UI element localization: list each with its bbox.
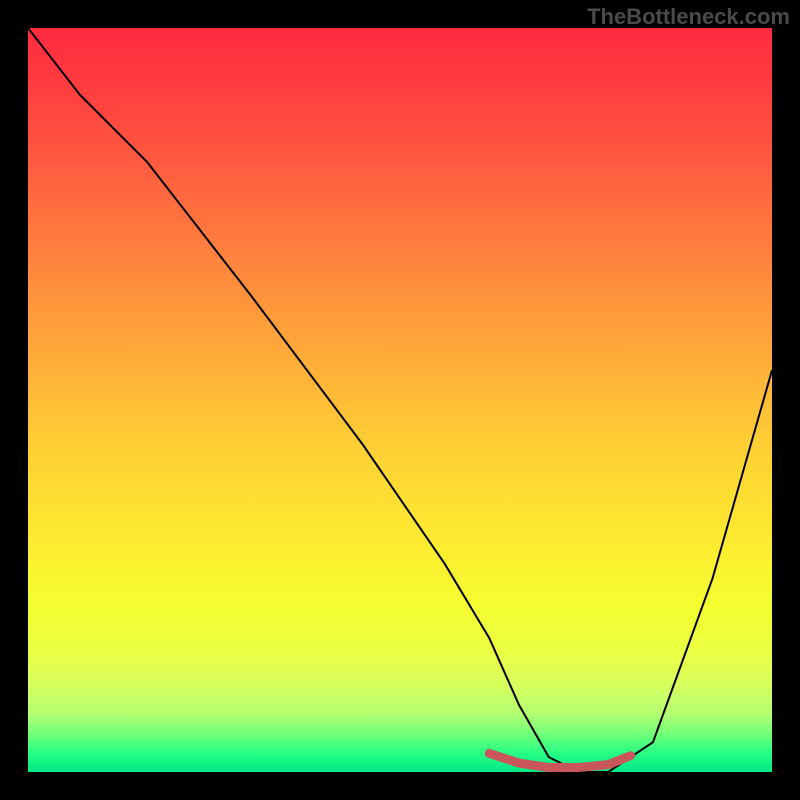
chart-plot-area [28,28,772,772]
chart-svg [28,28,772,772]
bottleneck-curve [28,28,772,772]
watermark-text: TheBottleneck.com [587,4,790,30]
optimal-zone-highlight [489,753,630,767]
